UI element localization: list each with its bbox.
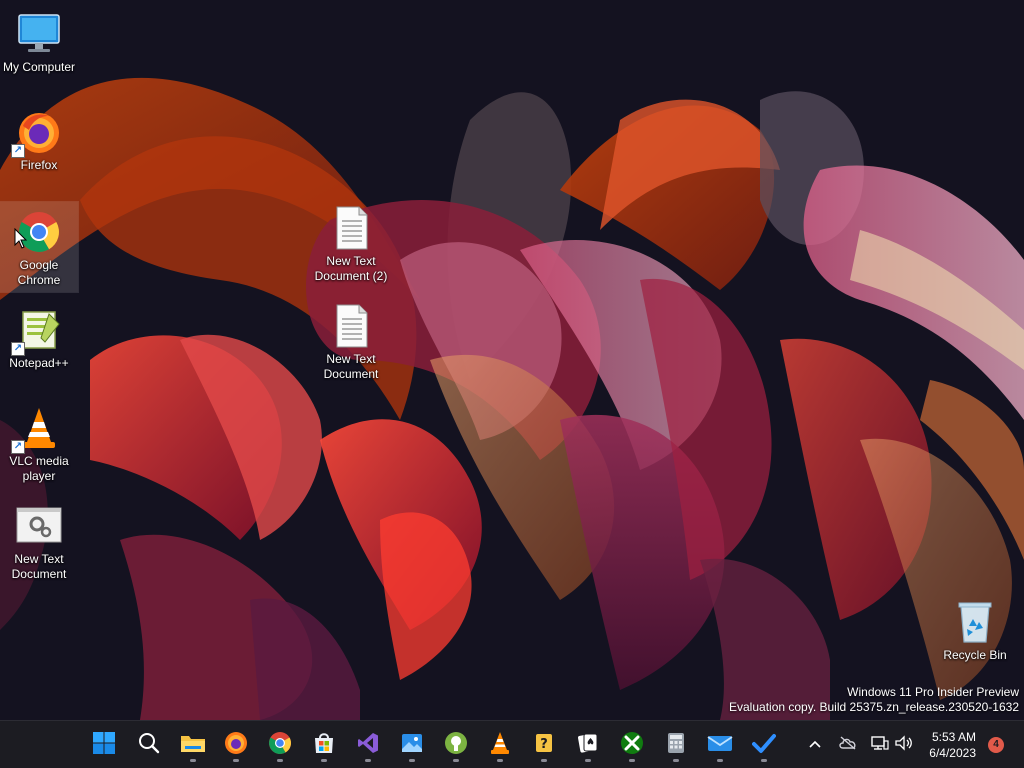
running-indicator [277,759,283,762]
search-icon [137,731,161,760]
solitaire-icon [576,731,600,760]
running-indicator [190,759,196,762]
taskbar-file-explorer[interactable] [175,727,211,763]
taskbar-microsoft-store[interactable] [306,727,342,763]
file-explorer-icon [180,731,206,760]
desktop-icon-new-text-document-3[interactable]: New Text Document [312,296,390,386]
settings-file-icon [15,502,63,550]
desktop-icon-label: Notepad++ [9,356,69,370]
running-indicator [321,759,327,762]
running-indicator [497,759,503,762]
chrome-icon [268,731,292,760]
running-indicator [717,759,723,762]
watermark-line-2: Evaluation copy. Build 25375.zn_release.… [729,700,1019,714]
desktop-icon-new-text-document-2[interactable]: New Text Document (2) [312,198,390,288]
desktop-icon-label: New Text Document (2) [314,254,388,283]
running-indicator [761,759,767,762]
notepad-plus-plus-icon: ↗ [11,306,63,356]
xbox-icon [620,731,644,760]
photos-icon [400,731,424,760]
desktop-wallpaper [0,0,1024,720]
desktop-icon-label: Firefox [20,158,58,172]
taskbar-mail[interactable] [702,727,738,763]
desktop-icon-notepad-plus-plus[interactable]: ↗ Notepad++ [0,300,78,375]
desktop-icon-recycle-bin[interactable]: Recycle Bin [936,592,1014,667]
cloud-offline-icon [838,735,858,755]
monitor-icon [15,10,63,58]
tray-clock[interactable]: 5:53 AM 6/4/2023 [929,729,976,761]
running-indicator [673,759,679,762]
taskbar-calculator[interactable] [658,727,694,763]
running-indicator [233,759,239,762]
taskbar-get-help[interactable]: ? [526,727,562,763]
shortcut-arrow-icon: ↗ [11,342,25,356]
network-icon [871,735,889,756]
running-indicator [365,759,371,762]
microsoft-store-icon [312,731,336,760]
text-file-icon [327,302,375,350]
text-file-icon [327,204,375,252]
todo-icon [752,731,776,760]
running-indicator [585,759,591,762]
taskbar-search-button[interactable] [131,727,167,763]
mouse-cursor-icon [14,227,28,255]
tray-volume[interactable] [892,721,916,768]
shortcut-arrow-icon: ↗ [11,144,25,158]
taskbar-start-button[interactable] [86,727,122,763]
desktop-icon-label: New Text Document [323,352,379,381]
visual-studio-icon [356,731,380,760]
vlc-icon [488,731,512,760]
running-indicator [629,759,635,762]
desktop-icon-new-text-document[interactable]: New Text Document [0,496,78,586]
running-indicator [409,759,415,762]
desktop-icon-firefox[interactable]: ↗ Firefox [0,102,78,177]
notification-badge[interactable]: 4 [988,737,1004,753]
desktop-icon-label: My Computer [2,60,76,74]
desktop-icon-label: Google Chrome [17,258,61,287]
clock-time: 5:53 AM [931,730,976,744]
recycle-bin-icon [951,598,999,646]
chevron-up-icon [808,736,822,754]
firefox-icon [224,731,248,760]
taskbar: ? 5:53 AM 6/4/2023 4 [0,720,1024,768]
taskbar-xbox[interactable] [614,727,650,763]
tips-icon [444,731,468,760]
taskbar-tips[interactable] [438,727,474,763]
desktop-icon-label: New Text Document [11,552,67,581]
windows-watermark: Windows 11 Pro Insider Preview Evaluatio… [729,685,1019,715]
taskbar-firefox[interactable] [218,727,254,763]
taskbar-vlc[interactable] [482,727,518,763]
calculator-icon [664,731,688,760]
mail-icon [707,731,733,760]
taskbar-todo[interactable] [746,727,782,763]
taskbar-visual-studio[interactable] [350,727,386,763]
speaker-icon [895,734,913,756]
shortcut-arrow-icon: ↗ [11,440,25,454]
desktop-icon-label: VLC media player [9,454,69,483]
firefox-icon: ↗ [11,108,63,158]
taskbar-solitaire[interactable] [570,727,606,763]
svg-text:?: ? [540,737,548,752]
desktop-icon-label: Recycle Bin [943,648,1007,662]
tray-network[interactable] [868,721,892,768]
desktop-icon-my-computer[interactable]: My Computer [0,4,78,79]
clock-date: 6/4/2023 [929,746,976,760]
desktop-icon-google-chrome[interactable]: Google Chrome [0,201,79,293]
watermark-line-1: Windows 11 Pro Insider Preview [847,685,1019,699]
tray-onedrive[interactable] [836,721,860,768]
help-icon: ? [532,731,556,760]
vlc-icon: ↗ [11,404,63,454]
windows-start-icon [92,731,116,760]
desktop-icon-vlc[interactable]: ↗ VLC media player [0,398,78,488]
taskbar-chrome[interactable] [262,727,298,763]
running-indicator [541,759,547,762]
tray-show-hidden-icons[interactable] [804,721,826,768]
running-indicator [453,759,459,762]
taskbar-photos[interactable] [394,727,430,763]
